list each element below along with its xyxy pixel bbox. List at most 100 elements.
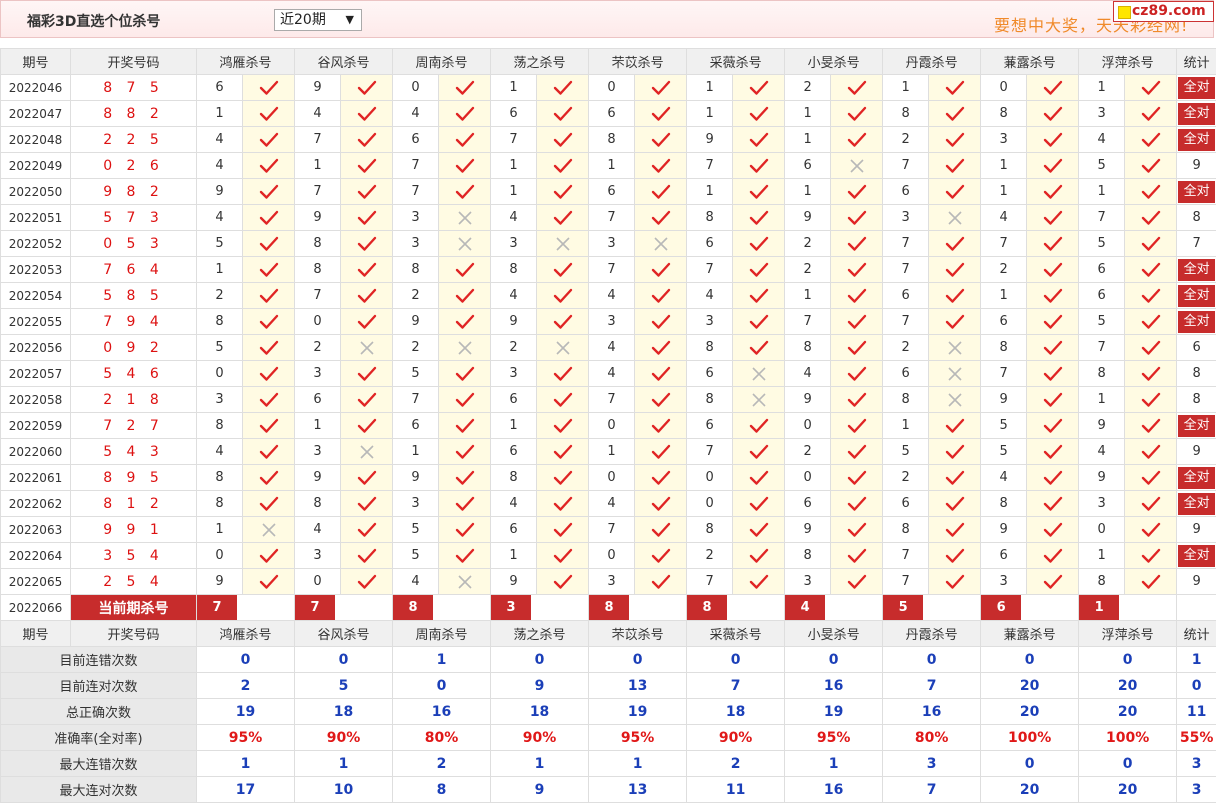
summary-value: 18 [294,698,394,725]
summary-header-expert: 芣苡杀号 [588,620,688,647]
current-kill-number: 8 [393,595,434,620]
kill-number-cell: 7 [980,230,1028,257]
kill-number-cell: 2 [196,282,243,309]
table-header-row: 期号 开奖号码 鸿雁杀号 谷风杀号 周南杀号 荡之杀号 芣苡杀号 采薇杀号 小旻杀号 丹霞杀号 蒹露… [0,48,1216,75]
check-icon [340,412,394,439]
kill-number-cell: 0 [686,464,734,491]
check-icon [536,464,590,491]
draw-number-cell: 8 7 5 [70,74,197,101]
stat-value: 9 [1192,574,1201,589]
kill-number-cell: 6 [686,412,734,439]
check-icon [830,204,884,231]
kill-number-cell: 2 [686,542,734,569]
kill-number-cell: 3 [784,568,832,595]
kill-number-cell: 1 [490,178,538,205]
check-icon [634,516,688,543]
check-icon [536,542,590,569]
kill-number-cell: 7 [882,230,930,257]
kill-number-cell: 7 [392,152,440,179]
check-icon [1026,412,1080,439]
summary-stat-value: 55% [1176,724,1216,751]
summary-value: 1 [294,750,394,777]
summary-value: 95% [784,724,884,751]
check-icon [340,282,394,309]
summary-stat-value: 3 [1176,776,1216,803]
check-icon [536,438,590,465]
current-kill-number: 8 [589,595,630,620]
check-icon [438,386,492,413]
period-range-value: 近20期 [280,12,326,28]
all-correct-badge: 全对 [1178,466,1216,489]
kill-number-cell: 0 [686,490,734,517]
check-icon [830,282,884,309]
kill-number-cell: 7 [882,308,930,335]
stat-cell: 全对 [1176,308,1216,335]
summary-value: 5 [294,672,394,699]
site-logo[interactable]: cz89.com [1113,1,1214,22]
kill-number-cell: 6 [784,490,832,517]
kill-number-cell: 3 [980,568,1028,595]
cross-icon [732,386,786,413]
summary-header-expert: 丹霞杀号 [882,620,982,647]
check-icon [1026,360,1080,387]
check-icon [928,256,982,283]
summary-value: 20 [980,672,1080,699]
kill-number-cell: 3 [294,438,342,465]
check-icon [1124,464,1178,491]
summary-value: 20 [1078,672,1178,699]
kill-number-cell: 8 [490,464,538,491]
kill-number-cell: 9 [490,568,538,595]
summary-value: 0 [195,646,296,673]
kill-number-cell: 1 [588,438,636,465]
kill-number-cell: 2 [784,256,832,283]
column-header-expert: 采薇杀号 [686,48,786,75]
kill-number-cell: 6 [686,360,734,387]
check-icon [536,178,590,205]
kill-number-cell: 6 [392,412,440,439]
check-icon [536,386,590,413]
kill-number-cell: 3 [1078,100,1126,127]
kill-number-cell: 0 [294,568,342,595]
stat-value: 8 [1192,392,1201,407]
draw-number-cell: 2 1 8 [70,386,197,413]
period-cell: 2022052 [0,230,71,257]
summary-stat-value: 11 [1176,698,1216,725]
check-icon [732,490,786,517]
check-icon [1026,100,1080,127]
kill-number-cell: 5 [392,360,440,387]
check-icon [1124,516,1178,543]
stat-cell: 全对 [1176,74,1216,101]
kill-number-cell: 3 [588,308,636,335]
current-kill-cell: 7 [195,594,296,621]
summary-value: 1 [588,750,688,777]
current-kill-cell: 5 [882,594,982,621]
kill-number-cell: 8 [1078,568,1126,595]
check-icon [732,308,786,335]
kill-number-cell: 9 [980,386,1028,413]
kill-number-cell: 7 [686,568,734,595]
kill-number-cell: 2 [882,126,930,153]
summary-value: 2 [392,750,492,777]
summary-value: 1 [392,646,492,673]
check-icon [1026,308,1080,335]
check-icon [634,256,688,283]
table-row: 2022056 0 9 25 2 2 2 4 8 8 2 8 7 6 [0,334,1216,361]
column-header-expert: 鸿雁杀号 [195,48,296,75]
stat-cell: 全对 [1176,490,1216,517]
period-range-select[interactable]: 近20期 ▼ [274,9,362,31]
kill-number-cell: 1 [980,282,1028,309]
period-cell: 2022047 [0,100,71,127]
check-icon [928,542,982,569]
check-icon [1124,438,1178,465]
check-icon [1026,464,1080,491]
stat-cell: 9 [1176,438,1216,465]
check-icon [340,126,394,153]
kill-number-cell: 1 [490,542,538,569]
check-icon [1026,152,1080,179]
kill-number-cell: 7 [882,152,930,179]
kill-number-cell: 6 [882,282,930,309]
check-icon [241,178,296,205]
check-icon [241,204,296,231]
table-row: 2022064 3 5 4 0 3 5 1 0 2 8 7 6 1 全对 [0,542,1216,569]
kill-number-cell: 1 [784,100,832,127]
